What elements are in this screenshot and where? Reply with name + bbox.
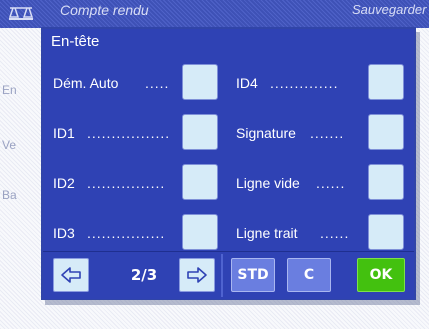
field-row-id3: ID3 ................: [53, 214, 218, 254]
field-row-ligne-vide: Ligne vide ......: [236, 164, 406, 204]
background-item-label: En: [2, 83, 17, 97]
dialog-body: Dém. Auto ..... ID1 ................. ID…: [43, 55, 414, 251]
field-row-id2: ID2 ................: [53, 164, 218, 204]
field-label: Ligne vide: [236, 175, 300, 191]
header-dialog: En-tête Dém. Auto ..... ID1 ............…: [41, 27, 416, 300]
arrow-right-icon: [187, 267, 207, 283]
field-row-ligne-trait: Ligne trait ......: [236, 214, 406, 254]
field-dots: ......: [316, 175, 346, 191]
field-row-id4: ID4 ..............: [236, 64, 406, 104]
checkbox-id2[interactable]: [182, 164, 218, 200]
checkbox-dem-auto[interactable]: [182, 64, 218, 100]
footer-separator: [221, 254, 223, 297]
arrow-left-icon: [61, 267, 81, 283]
field-dots: ..............: [270, 75, 339, 91]
next-page-button[interactable]: [179, 258, 215, 292]
field-dots: ................: [87, 225, 166, 241]
field-label: Dém. Auto: [53, 75, 119, 91]
ok-button[interactable]: OK: [357, 258, 405, 292]
background-title-right: Sauvegarder: [352, 2, 427, 17]
field-label: ID4: [236, 75, 258, 91]
field-dots: .......: [310, 125, 345, 141]
field-label: ID2: [53, 175, 75, 191]
dialog-title: En-tête: [43, 29, 414, 55]
checkbox-signature[interactable]: [368, 114, 404, 150]
checkbox-id1[interactable]: [182, 114, 218, 150]
background-title-bar: Compte rendu Sauvegarder: [0, 0, 429, 28]
page-indicator: 2/3: [130, 266, 158, 284]
field-label: Signature: [236, 125, 296, 141]
field-label: Ligne trait: [236, 225, 298, 241]
std-button[interactable]: STD: [231, 258, 275, 292]
previous-page-button[interactable]: [53, 258, 89, 292]
clear-button[interactable]: C: [287, 258, 331, 292]
field-dots: ................: [87, 175, 166, 191]
field-dots: ......: [320, 225, 350, 241]
field-dots: .................: [87, 125, 171, 141]
background-item-label: Ba: [2, 188, 17, 202]
field-label: ID3: [53, 225, 75, 241]
checkbox-id4[interactable]: [368, 64, 404, 100]
dialog-footer: 2/3 STD C OK: [43, 251, 414, 299]
field-label: ID1: [53, 125, 75, 141]
checkbox-ligne-vide[interactable]: [368, 164, 404, 200]
background-title: Compte rendu: [60, 2, 149, 18]
checkbox-ligne-trait[interactable]: [368, 214, 404, 250]
field-row-id1: ID1 .................: [53, 114, 218, 154]
field-row-dem-auto: Dém. Auto .....: [53, 64, 218, 104]
scale-icon: [8, 7, 34, 20]
checkbox-id3[interactable]: [182, 214, 218, 250]
field-dots: .....: [145, 75, 170, 91]
background-item-label: Ve: [2, 138, 17, 152]
field-row-signature: Signature .......: [236, 114, 406, 154]
